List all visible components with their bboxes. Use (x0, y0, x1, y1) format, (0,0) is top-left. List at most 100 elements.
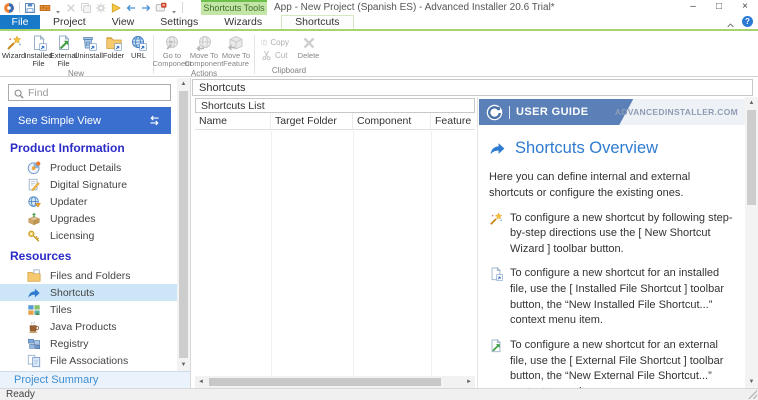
guide-body: Shortcuts Overview Here you can define i… (489, 131, 736, 388)
sidebar-item-upgrades[interactable]: Upgrades (0, 210, 177, 227)
sidebar-scrollbar[interactable]: ▲ ▼ (177, 78, 190, 371)
sidebar-item-java-products[interactable]: Java Products (0, 318, 177, 335)
scrollbar-thumb[interactable] (747, 110, 756, 205)
scroll-up-icon[interactable]: ▲ (745, 97, 758, 109)
qat-customize-icon[interactable] (170, 3, 178, 14)
find-box[interactable] (8, 84, 171, 101)
ribbon: Wizard Installed File External File Unin… (0, 33, 758, 78)
user-guide-label: USER GUIDE (516, 106, 589, 118)
column-header-name[interactable]: Name (195, 113, 271, 129)
save-all-icon (80, 1, 92, 13)
project-summary-link[interactable]: Project Summary (0, 371, 190, 388)
uninstall-shortcut-button[interactable]: Uninstall (74, 34, 103, 60)
installed-file-icon (31, 34, 47, 51)
goto-component-icon (164, 35, 180, 51)
external-file-icon (56, 34, 72, 51)
shortcut-arrow-icon (27, 286, 41, 300)
ribbon-group-label-clipboard: Clipboard (271, 66, 307, 75)
tab-project[interactable]: Project (40, 15, 99, 29)
guide-bullet-wizard: To configure a new shortcut by following… (489, 211, 736, 258)
ribbon-group-label-new: New (67, 68, 84, 78)
digital-signature-icon (27, 178, 41, 192)
sidebar-item-files-and-folders[interactable]: Files and Folders (0, 267, 177, 284)
sidebar-item-registry[interactable]: Registry (0, 335, 177, 352)
save-icon[interactable] (24, 1, 36, 13)
tiles-icon (27, 303, 41, 317)
horizontal-scrollbar[interactable]: ◄ ► (195, 376, 475, 388)
shortcuts-list-title: Shortcuts List (195, 98, 475, 113)
move-component-icon (196, 35, 212, 52)
user-guide-panel: USER GUIDE ADVANCEDINSTALLER.COM Shortcu… (477, 97, 758, 388)
java-products-icon (27, 320, 41, 334)
delete-icon (301, 35, 317, 51)
search-input[interactable] (28, 86, 158, 99)
collapse-ribbon-icon[interactable] (726, 17, 735, 28)
maximize-button[interactable]: □ (706, 0, 732, 15)
shortcuts-list-pane: Shortcuts List Name Target Folder Compon… (191, 97, 477, 388)
scroll-down-icon[interactable]: ▼ (177, 359, 190, 371)
status-bar: Ready (0, 388, 758, 400)
feedback-icon[interactable] (155, 1, 167, 13)
advanced-installer-logo-icon (486, 104, 503, 121)
column-header-target-folder[interactable]: Target Folder (271, 113, 353, 129)
tab-shortcuts[interactable]: Shortcuts (281, 15, 354, 29)
sidebar-item-updater[interactable]: Updater (0, 193, 177, 210)
sidebar-item-digital-signature[interactable]: Digital Signature (0, 176, 177, 193)
cut-button[interactable]: Cut (261, 50, 289, 61)
scroll-up-icon[interactable]: ▲ (177, 78, 190, 90)
scroll-left-icon[interactable]: ◄ (195, 376, 207, 388)
shortcuts-table-body[interactable] (195, 131, 475, 376)
contextual-tab-group: Shortcuts Tools (201, 0, 267, 15)
sidebar-item-shortcuts[interactable]: Shortcuts (0, 284, 177, 301)
quick-access-toolbar (3, 1, 184, 14)
resize-grip[interactable] (748, 390, 757, 399)
section-product-information: Product Information (10, 141, 125, 155)
tab-view[interactable]: View (99, 15, 148, 29)
swap-view-icon (148, 114, 161, 127)
external-file-shortcut-button[interactable]: External File (50, 34, 77, 69)
copy-button[interactable]: Copy (261, 37, 289, 48)
new-shortcut-wizard-button[interactable]: Wizard (1, 34, 26, 60)
sidebar-item-tiles[interactable]: Tiles (0, 301, 177, 318)
section-resources: Resources (10, 249, 72, 263)
external-file-icon (489, 338, 503, 353)
guide-scrollbar[interactable]: ▲ ▼ (745, 97, 758, 388)
divider (19, 1, 20, 13)
search-icon (13, 87, 25, 99)
ribbon-group-new: Wizard Installed File External File Unin… (1, 33, 151, 78)
build-icon[interactable] (39, 1, 51, 13)
ribbon-group-label-actions: Actions (190, 68, 218, 78)
wizard-icon (489, 211, 503, 226)
move-to-component-button[interactable]: Move To Component (185, 34, 223, 69)
minimize-button[interactable]: – (680, 0, 706, 15)
tab-wizards[interactable]: Wizards (211, 15, 275, 29)
move-to-feature-button[interactable]: Move To Feature (220, 34, 252, 69)
scroll-down-icon[interactable]: ▼ (745, 376, 758, 388)
help-icon[interactable]: ? (742, 16, 753, 27)
delete-button[interactable]: Delete (296, 34, 321, 60)
url-shortcut-button[interactable]: URL (126, 34, 151, 60)
column-header-component[interactable]: Component (353, 113, 431, 129)
goto-component-button[interactable]: Go to Component (153, 34, 191, 69)
scroll-right-icon[interactable]: ► (463, 376, 475, 388)
settings-icon (95, 1, 107, 13)
back-icon[interactable] (125, 1, 137, 13)
see-simple-view-button[interactable]: See Simple View (8, 107, 171, 134)
column-header-feature[interactable]: Feature (431, 113, 475, 129)
tab-settings[interactable]: Settings (147, 15, 211, 29)
build-dropdown-icon[interactable] (54, 3, 62, 14)
sidebar-item-licensing[interactable]: Licensing (0, 227, 177, 244)
forward-icon[interactable] (140, 1, 152, 13)
scrollbar-thumb[interactable] (179, 91, 188, 358)
registry-icon (27, 337, 41, 351)
tab-file[interactable]: File (0, 15, 40, 29)
sidebar-item-product-details[interactable]: Product Details (0, 159, 177, 176)
advancedinstaller-com-link[interactable]: ADVANCEDINSTALLER.COM (615, 99, 738, 125)
close-button[interactable]: × (732, 0, 758, 15)
sidebar-item-file-associations[interactable]: File Associations (0, 352, 177, 369)
scrollbar-thumb[interactable] (209, 378, 441, 386)
installed-file-shortcut-button[interactable]: Installed File (25, 34, 52, 69)
guide-intro: Here you can define internal and externa… (489, 171, 691, 200)
folder-shortcut-button[interactable]: Folder (101, 34, 126, 60)
run-icon[interactable] (110, 1, 122, 13)
